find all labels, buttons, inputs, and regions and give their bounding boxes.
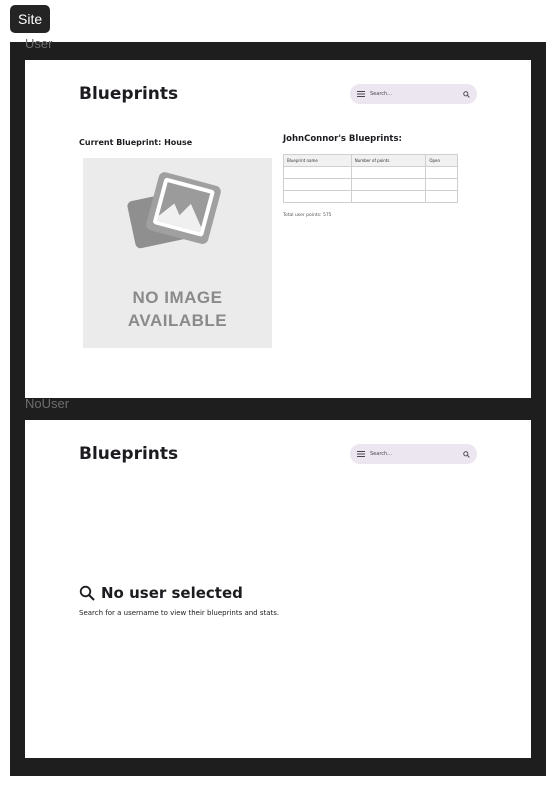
brand-title: Blueprints [79, 444, 179, 464]
design-canvas: User Blueprints Current Blueprint: House [10, 36, 546, 776]
table-row[interactable] [283, 166, 458, 179]
blueprint-image-placeholder: NO IMAGE AVAILABLE [83, 158, 272, 348]
table-cell[interactable] [425, 166, 458, 179]
total-user-points: Total user points: 575 [283, 213, 332, 218]
table-cell [283, 190, 352, 203]
frame-user: Blueprints Current Blueprint: House [25, 60, 531, 398]
search-input[interactable] [370, 451, 458, 457]
table-cell [350, 166, 427, 179]
table-cell[interactable] [425, 178, 458, 191]
no-image-line-2: AVAILABLE [127, 311, 228, 330]
frame-nouser: Blueprints No user selected Search for a… [25, 420, 531, 758]
table-cell [283, 166, 352, 179]
table-cell[interactable] [425, 190, 458, 203]
table-row[interactable] [283, 190, 458, 203]
search-bar[interactable] [350, 444, 477, 464]
no-image-line-1: NO IMAGE [132, 288, 223, 307]
no-user-heading-text: No user selected [101, 584, 243, 602]
table-cell [283, 178, 352, 191]
frame-label-nouser[interactable]: NoUser [25, 396, 69, 411]
brand-title: Blueprints [79, 84, 179, 104]
search-input[interactable] [370, 91, 458, 97]
site-frame-tag[interactable]: Site [10, 5, 51, 33]
no-image-text: NO IMAGE AVAILABLE [83, 286, 272, 332]
column-header-number-of-points[interactable]: Number of points [350, 154, 427, 167]
magnifier-icon [79, 585, 95, 601]
column-header-open[interactable]: Open [425, 154, 458, 167]
search-icon[interactable] [463, 90, 470, 98]
menu-icon[interactable] [357, 91, 365, 97]
no-user-description: Search for a username to view their blue… [79, 609, 280, 617]
blueprints-table: Blueprint name Number of points Open [283, 154, 458, 203]
menu-icon[interactable] [357, 451, 365, 457]
current-blueprint-label: Current Blueprint: House [79, 138, 193, 147]
table-cell [350, 190, 427, 203]
search-icon[interactable] [463, 450, 470, 458]
table-cell [350, 178, 427, 191]
column-header-blueprint-name[interactable]: Blueprint name [283, 154, 352, 167]
table-row[interactable] [283, 178, 458, 191]
image-placeholder-icon [127, 172, 221, 249]
table-header-row: Blueprint name Number of points Open [283, 154, 458, 167]
user-blueprints-title: JohnConnor's Blueprints: [283, 134, 402, 144]
search-bar[interactable] [350, 84, 477, 104]
no-user-heading: No user selected [79, 584, 243, 602]
frame-label-user[interactable]: User [25, 36, 52, 51]
